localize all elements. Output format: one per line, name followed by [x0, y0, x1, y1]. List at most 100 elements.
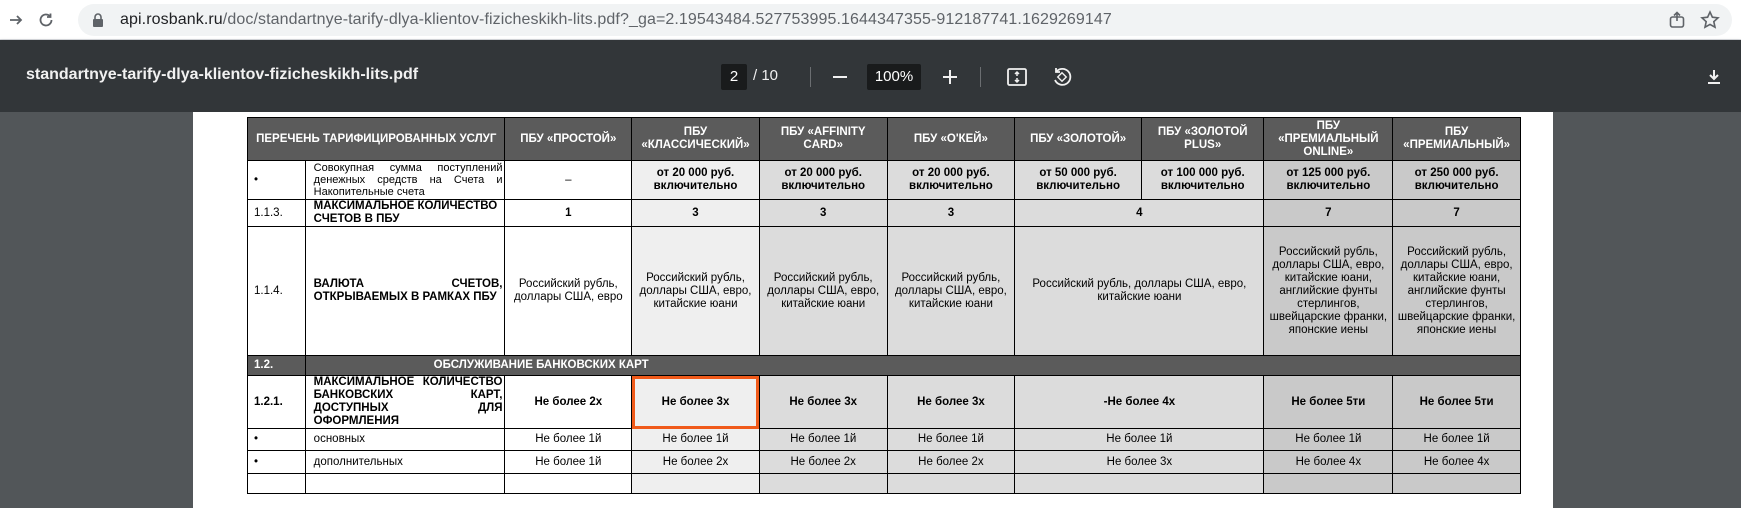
- table-cell: -Не более 4х: [1014, 375, 1265, 429]
- table-cell: [247, 473, 306, 494]
- table-cell: Российский рубль, доллары США, евро: [504, 226, 633, 356]
- table-cell: 7: [1392, 199, 1521, 227]
- table-cell: от 20 000 руб. включительно: [886, 160, 1016, 200]
- header-premium-online: ПБУ «ПРЕМИАЛЬНЫЙ ONLINE»: [1263, 117, 1394, 161]
- row-name: МАКСИМАЛЬНОЕ КОЛИЧЕСТВО СЧЕТОВ В ПБУ: [304, 199, 506, 227]
- table-cell: Не более 2х: [886, 450, 1016, 474]
- table-cell: Не более 1й: [758, 428, 888, 451]
- page-number-input[interactable]: 2: [721, 64, 747, 90]
- download-button[interactable]: [1699, 62, 1729, 92]
- row-bullet: •: [247, 428, 306, 451]
- row-name: ВАЛЮТА СЧЕТОВ, ОТКРЫВАЕМЫХ В РАМКАХ ПБУ: [304, 226, 506, 356]
- rotate-button[interactable]: [1047, 62, 1077, 92]
- document-title: standartnye-tarify-dlya-klientov-fiziche…: [26, 66, 419, 83]
- table-cell: 3: [631, 199, 760, 227]
- table-cell: Не более 1й: [1263, 428, 1394, 451]
- url-host: api.rosbank.ru: [120, 11, 223, 28]
- section-title: ОБСЛУЖИВАНИЕ БАНКОВСКИХ КАРТ: [304, 355, 1522, 376]
- table-row: [247, 473, 1521, 494]
- bookmark-star-icon[interactable]: [1700, 10, 1720, 30]
- header-affinity: ПБУ «AFFINITY CARD»: [758, 117, 888, 161]
- table-cell: 1: [504, 199, 633, 227]
- table-cell: Не более 2х: [504, 375, 633, 429]
- table-cell: [504, 473, 633, 494]
- row-bullet: •: [247, 450, 306, 474]
- pdf-page: ПЕРЕЧЕНЬ ТАРИФИЦИРОВАННЫХ УСЛУГ ПБУ «ПРО…: [193, 112, 1553, 508]
- row-name: дополнительных: [304, 450, 506, 474]
- row-name: Совокупная сумма поступлений денежных ср…: [304, 160, 506, 200]
- table-cell: Не более 5ти: [1263, 375, 1394, 429]
- pdf-viewport[interactable]: ПЕРЕЧЕНЬ ТАРИФИЦИРОВАННЫХ УСЛУГ ПБУ «ПРО…: [0, 112, 1741, 508]
- table-cell: 7: [1263, 199, 1394, 227]
- rotate-icon: [1054, 67, 1072, 86]
- table-cell: Не более 3х: [886, 375, 1016, 429]
- header-premium: ПБУ «ПРЕМИАЛЬНЫЙ»: [1392, 117, 1521, 161]
- table-cell: Российский рубль, доллары США, евро, кит…: [758, 226, 888, 356]
- table-cell: от 125 000 руб. включительно: [1263, 160, 1394, 200]
- table-cell: Не более 1й: [504, 428, 633, 451]
- table-cell: от 20 000 руб. включительно: [631, 160, 760, 200]
- arrow-right-icon: [10, 15, 23, 25]
- header-prostoy: ПБУ «ПРОСТОЙ»: [504, 117, 633, 161]
- row-bullet: •: [247, 160, 306, 200]
- table-cell: Не более 5ти: [1392, 375, 1521, 429]
- zoom-out-button[interactable]: [825, 62, 855, 92]
- table-cell: Российский рубль, доллары США, евро, кит…: [1014, 226, 1265, 356]
- header-zolotoy: ПБУ «ЗОЛОТОЙ»: [1014, 117, 1142, 161]
- download-icon: [1708, 70, 1720, 84]
- header-okey: ПБУ «О'КЕЙ»: [886, 117, 1016, 161]
- table-cell: 4: [1014, 199, 1265, 227]
- table-cell: от 250 000 руб. включительно: [1392, 160, 1521, 200]
- address-bar[interactable]: api.rosbank.ru/doc/standartnye-tarify-dl…: [78, 4, 1732, 36]
- table-cell: от 20 000 руб. включительно: [758, 160, 888, 200]
- lock-icon: [93, 13, 103, 27]
- table-cell: 3: [758, 199, 888, 227]
- table-row: 1.1.4. ВАЛЮТА СЧЕТОВ, ОТКРЫВАЕМЫХ В РАМК…: [247, 226, 1521, 356]
- header-klassicheskiy: ПБУ «КЛАССИЧЕСКИЙ»: [631, 117, 760, 161]
- table-cell: 3: [886, 199, 1016, 227]
- table-cell: Не более 2х: [758, 450, 888, 474]
- reload-button[interactable]: [32, 6, 60, 34]
- table-cell: Не более 4х: [1263, 450, 1394, 474]
- page-total: / 10: [753, 67, 779, 84]
- toolbar-divider: [980, 67, 981, 87]
- url-path: /doc/standartnye-tarify-dlya-klientov-fi…: [222, 11, 1112, 28]
- row-name: основных: [304, 428, 506, 451]
- row-name: МАКСИМАЛЬНОЕ КОЛИЧЕСТВО БАНКОВСКИХ КАРТ,…: [304, 375, 506, 429]
- minus-icon: [833, 76, 847, 78]
- table-cell: Не более 1й: [1014, 428, 1265, 451]
- table-cell: от 100 000 руб. включительно: [1140, 160, 1265, 200]
- table-cell: Не более 4х: [1392, 450, 1521, 474]
- table-cell: Не более 1й: [886, 428, 1016, 451]
- table-cell: Российский рубль, доллары США, евро, кит…: [1263, 226, 1394, 356]
- zoom-level-input[interactable]: 100%: [867, 64, 921, 90]
- fit-page-button[interactable]: [1002, 62, 1032, 92]
- toolbar-divider: [810, 67, 811, 87]
- table-cell: –: [504, 160, 633, 200]
- table-cell: Не более 1й: [1392, 428, 1521, 451]
- table-row: 1.1.3. МАКСИМАЛЬНОЕ КОЛИЧЕСТВО СЧЕТОВ В …: [247, 199, 1521, 227]
- url-text: api.rosbank.ru/doc/standartnye-tarify-dl…: [120, 11, 1112, 29]
- share-icon[interactable]: [1668, 11, 1686, 29]
- header-zolotoy-plus: ПБУ «ЗОЛОТОЙ PLUS»: [1140, 117, 1265, 161]
- table-row: • дополнительных Не более 1й Не более 2х…: [247, 450, 1521, 474]
- table-cell: Российский рубль, доллары США, евро, кит…: [631, 226, 760, 356]
- table-row: 1.2.1. МАКСИМАЛЬНОЕ КОЛИЧЕСТВО БАНКОВСКИ…: [247, 375, 1521, 429]
- header-services: ПЕРЕЧЕНЬ ТАРИФИЦИРОВАННЫХ УСЛУГ: [246, 117, 506, 161]
- forward-button[interactable]: [2, 6, 30, 34]
- table-cell: Российский рубль, доллары США, евро, кит…: [886, 226, 1016, 356]
- table-cell: [1392, 473, 1521, 494]
- browser-toolbar: api.rosbank.ru/doc/standartnye-tarify-dl…: [0, 0, 1741, 40]
- zoom-in-button[interactable]: [935, 62, 965, 92]
- table-cell: Не более 1й: [631, 428, 760, 451]
- table-cell: от 50 000 руб. включительно: [1014, 160, 1142, 200]
- section-number: 1.2.: [247, 355, 306, 376]
- table-cell: Не более 3х: [758, 375, 888, 429]
- row-number: 1.1.4.: [247, 226, 306, 356]
- table-cell: [304, 473, 506, 494]
- highlighted-cell: Не более 3х: [631, 375, 760, 429]
- table-row: • основных Не более 1й Не более 1й Не бо…: [247, 428, 1521, 451]
- table-cell: [631, 473, 760, 494]
- table-cell: [886, 473, 1016, 494]
- plus-icon: [943, 70, 957, 84]
